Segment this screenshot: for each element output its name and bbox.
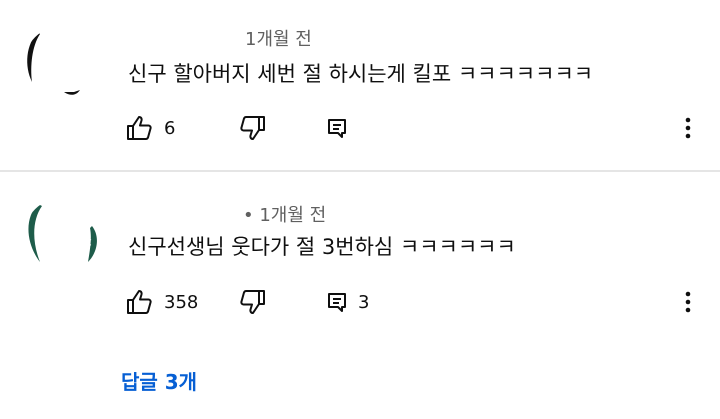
view-replies-link[interactable]: 답글 3개 <box>121 366 197 395</box>
like-button[interactable]: 6 <box>126 108 175 148</box>
reply-button[interactable] <box>326 108 358 148</box>
reply-comment-icon <box>326 117 348 139</box>
thumbs-up-icon <box>126 289 154 315</box>
more-options-button[interactable] <box>678 282 698 322</box>
reply-button[interactable]: 3 <box>326 282 369 322</box>
comment-actions: 358 3 <box>0 282 720 322</box>
comment-text: 신구 할아버지 세번 절 하시는게 킬포 ㅋㅋㅋㅋㅋㅋㅋ <box>128 62 594 86</box>
comment-timestamp: • 1개월 전 <box>243 205 327 226</box>
comment-item: • 1개월 전 신구선생님 웃다가 절 3번하심 ㅋㅋㅋㅋㅋㅋ 358 3 <box>0 172 720 352</box>
comment-text: 신구선생님 웃다가 절 3번하심 ㅋㅋㅋㅋㅋㅋ <box>128 235 516 259</box>
avatar[interactable] <box>24 198 100 274</box>
comment-item: 1개월 전 신구 할아버지 세번 절 하시는게 킬포 ㅋㅋㅋㅋㅋㅋㅋ 6 <box>0 0 720 170</box>
more-vert-icon <box>685 117 691 139</box>
more-options-button[interactable] <box>678 108 698 148</box>
like-button[interactable]: 358 <box>126 282 198 322</box>
thumbs-down-icon <box>238 289 266 315</box>
more-vert-icon <box>685 291 691 313</box>
comment-actions: 6 <box>0 108 720 148</box>
thumbs-down-icon <box>238 115 266 141</box>
dislike-button[interactable] <box>238 282 266 322</box>
dislike-button[interactable] <box>238 108 266 148</box>
avatar[interactable] <box>24 26 100 102</box>
like-count: 358 <box>164 291 199 313</box>
thumbs-up-icon <box>126 115 154 141</box>
reply-comment-icon <box>326 291 348 313</box>
comment-timestamp: 1개월 전 <box>245 29 312 50</box>
like-count: 6 <box>164 117 176 139</box>
reply-count: 3 <box>358 291 370 313</box>
